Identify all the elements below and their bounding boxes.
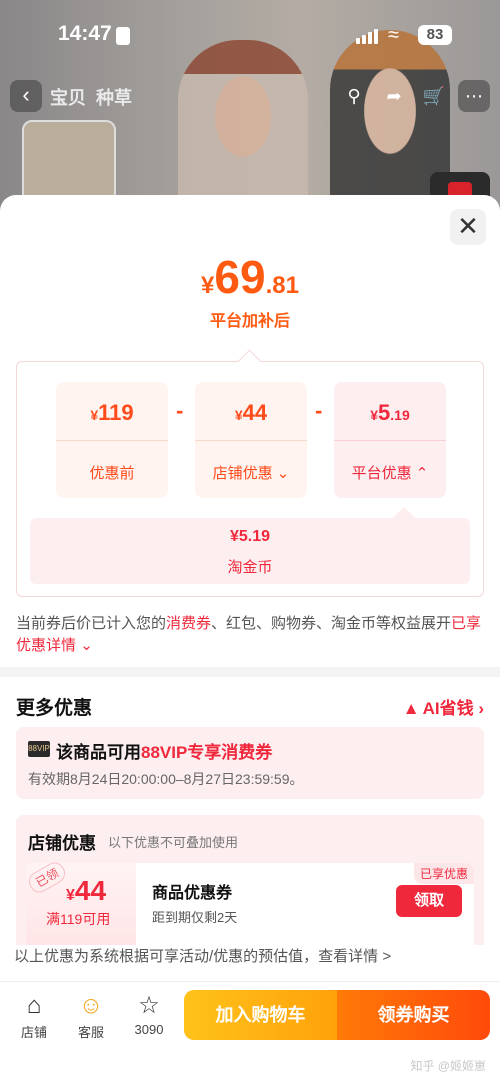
more-icon[interactable]: ⋯: [458, 80, 490, 112]
ai-save-button[interactable]: ▲ AI省钱 ›: [403, 694, 484, 719]
wifi-icon: ≈: [388, 24, 399, 46]
chevron-down-icon: ⌄: [276, 465, 290, 482]
customer-service-icon: ☺: [78, 992, 104, 1019]
chevron-down-icon: ⌄: [80, 637, 93, 654]
price-breakdown: ¥119 优惠前 - ¥44 店铺优惠 ⌄ - ¥5.19 平台优惠 ⌃ ¥5.…: [16, 361, 484, 597]
original-price-amount: ¥119: [90, 400, 134, 425]
claim-and-buy-button[interactable]: 领券购买: [337, 990, 490, 1040]
product-photo-girl: [178, 40, 308, 210]
close-button[interactable]: ✕: [450, 209, 486, 245]
status-time: 14:47: [58, 22, 112, 45]
estimate-note-link[interactable]: 以上优惠为系统根据可享活动/优惠的预估值，查看详情 >: [0, 945, 500, 981]
store-button[interactable]: ⌂ 店铺: [9, 992, 59, 1041]
back-button[interactable]: ‹: [10, 80, 42, 112]
store-discount-card[interactable]: ¥44 店铺优惠 ⌄: [195, 382, 307, 498]
add-to-cart-button[interactable]: 加入购物车: [184, 990, 337, 1040]
price-label: 平台加补后: [209, 313, 290, 330]
coupon-expiry: 距到期仅剩2天: [152, 910, 238, 925]
store-discount-amount: ¥44: [234, 400, 268, 425]
enjoyed-badge: 已享优惠: [413, 863, 474, 884]
original-price-card: ¥119 优惠前: [56, 382, 168, 498]
watermark: 知乎 @姬姬崽: [410, 1059, 486, 1073]
store-icon: ⌂: [26, 992, 42, 1019]
price-integer: 69: [214, 251, 266, 303]
final-price: ¥69.81: [0, 250, 500, 304]
vip-coupon-title: 该商品可用88VIP专享消费券: [56, 743, 273, 762]
claim-coupon-button[interactable]: 领取: [396, 885, 462, 917]
store-discount-label: 店铺优惠 ⌄: [212, 465, 290, 482]
share-icon[interactable]: ➦: [378, 80, 410, 112]
sim-icon: [116, 27, 130, 45]
favorite-button[interactable]: ☆ 3090: [124, 992, 174, 1037]
claimed-stamp: 已领: [25, 858, 69, 897]
coupon-amount: ¥44: [66, 875, 107, 906]
search-icon[interactable]: ⚲: [338, 80, 370, 112]
shop-coupon: 已领 ¥44 满119可用 商品优惠券 距到期仅剩2天 已享优惠 领取: [25, 858, 474, 945]
shop-offers-box: 店铺优惠 以下优惠不可叠加使用 已领 ¥44 满119可用 商品优惠券 距到期仅…: [16, 815, 484, 945]
section-divider: [0, 667, 500, 677]
bottom-action-bar: ⌂ 店铺 ☺ 客服 ☆ 3090 加入购物车 领券购买 知乎 @姬姬崽: [0, 981, 500, 1086]
customer-service-button[interactable]: ☺ 客服: [66, 992, 116, 1041]
battery-indicator: 83: [418, 25, 452, 45]
minus-sign: -: [315, 398, 323, 423]
ai-icon: ▲: [402, 699, 420, 718]
tab-item[interactable]: 宝贝: [50, 84, 86, 110]
platform-discount-card[interactable]: ¥5.19 平台优惠 ⌃: [334, 382, 446, 498]
platform-discount-amount: ¥5.19: [370, 400, 410, 425]
vip-validity: 有效期8月24日20:00:00–8月27日23:59:59。: [28, 771, 304, 787]
cart-icon[interactable]: 🛒: [418, 80, 450, 112]
tab-review[interactable]: 种草: [96, 84, 132, 110]
coupon-name: 商品优惠券: [152, 885, 233, 902]
chevron-right-icon: ›: [478, 699, 484, 718]
coupon-condition: 满119可用: [46, 911, 111, 927]
product-nav-bar: ‹ 宝贝 种草 ⚲ ➦ 🛒 ⋯: [0, 80, 500, 112]
status-bar: 14:47 ≈ 83: [0, 22, 500, 52]
coin-discount-box: ¥5.19 淘金币: [30, 518, 470, 584]
original-price-label: 优惠前: [89, 465, 135, 482]
price-symbol: ¥: [201, 272, 215, 299]
discount-note: 当前券后价已计入您的消费券、红包、购物券、淘金币等权益展开已享优惠详情 ⌄: [16, 615, 482, 654]
shop-offers-subtitle: 以下优惠不可叠加使用: [108, 835, 239, 850]
platform-discount-label: 平台优惠 ⌃: [351, 465, 429, 482]
shop-offers-title: 店铺优惠: [28, 834, 96, 853]
vip-badge-icon: 88VIP: [28, 741, 50, 757]
chevron-up-icon: ⌃: [415, 465, 429, 482]
star-icon: ☆: [138, 992, 160, 1019]
vip-coupon-box[interactable]: 88VIP 该商品可用88VIP专享消费券 有效期8月24日20:00:00–8…: [16, 727, 484, 799]
more-offers-title: 更多优惠: [16, 698, 93, 719]
discount-detail-sheet: ✕ ¥69.81 平台加补后 ¥119 优惠前 - ¥44 店铺优惠 ⌄ - ¥…: [0, 195, 500, 1086]
price-decimal: .81: [265, 272, 299, 299]
signal-icon: [356, 26, 380, 44]
coin-amount: ¥5.19: [229, 528, 271, 545]
voucher-link[interactable]: 消费券: [166, 615, 211, 632]
coupon-amount-panel: 已领 ¥44 满119可用: [25, 858, 136, 945]
minus-sign: -: [176, 398, 184, 423]
coin-label: 淘金币: [227, 559, 273, 576]
